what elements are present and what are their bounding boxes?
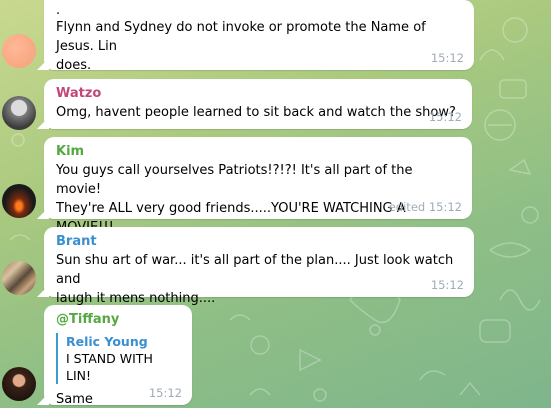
message-bubble[interactable]: Brant Sun shu art of war... it's all par…	[37, 227, 474, 306]
message-text: Omg, havent people learned to sit back a…	[56, 105, 456, 120]
message-text: .	[56, 3, 61, 18]
sender-name[interactable]: @Tiffany	[56, 311, 180, 329]
message-time: 15:12	[148, 386, 182, 400]
message-time: 15:12	[430, 278, 464, 292]
sender-name[interactable]: Watzo	[56, 85, 460, 103]
bubble-tail	[37, 207, 49, 219]
message-text: Flynn and Sydney do not invoke or promot…	[56, 20, 426, 54]
peach-avatar[interactable]	[2, 34, 36, 68]
reply-author: Relic Young	[66, 334, 148, 349]
message-bubble[interactable]: Kim You guys call yourselves Patriots!?!…	[37, 137, 472, 235]
message-time: 15:12	[430, 51, 464, 65]
sunset-avatar[interactable]	[2, 184, 36, 218]
bubble-tail	[37, 285, 49, 297]
bubble-tail	[37, 58, 49, 70]
message-time: edited 15:12	[388, 200, 462, 214]
bubble-tail	[37, 393, 49, 405]
reply-text: I STAND WITH LIN!	[66, 351, 153, 383]
message-text: Sun shu art of war... it's all part of t…	[56, 253, 454, 287]
bw-portrait-avatar[interactable]	[2, 96, 36, 130]
sender-name[interactable]: Brant	[56, 233, 462, 251]
message-bubble[interactable]: @Tiffany Relic Young I STAND WITH LIN! S…	[37, 305, 192, 407]
message-text: You guys call yourselves Patriots!?!?! I…	[56, 163, 413, 197]
group-avatar[interactable]	[2, 261, 36, 295]
message-time: 15:12	[428, 110, 462, 124]
bubble-tail	[37, 117, 49, 129]
reply-quote[interactable]: Relic Young I STAND WITH LIN!	[56, 333, 180, 384]
message-text: does.	[56, 58, 92, 73]
message-bubble[interactable]: . Flynn and Sydney do not invoke or prom…	[37, 0, 474, 73]
woman-avatar[interactable]	[2, 367, 36, 401]
sender-name[interactable]: Kim	[56, 143, 460, 161]
message-bubble[interactable]: Watzo Omg, havent people learned to sit …	[37, 79, 472, 129]
